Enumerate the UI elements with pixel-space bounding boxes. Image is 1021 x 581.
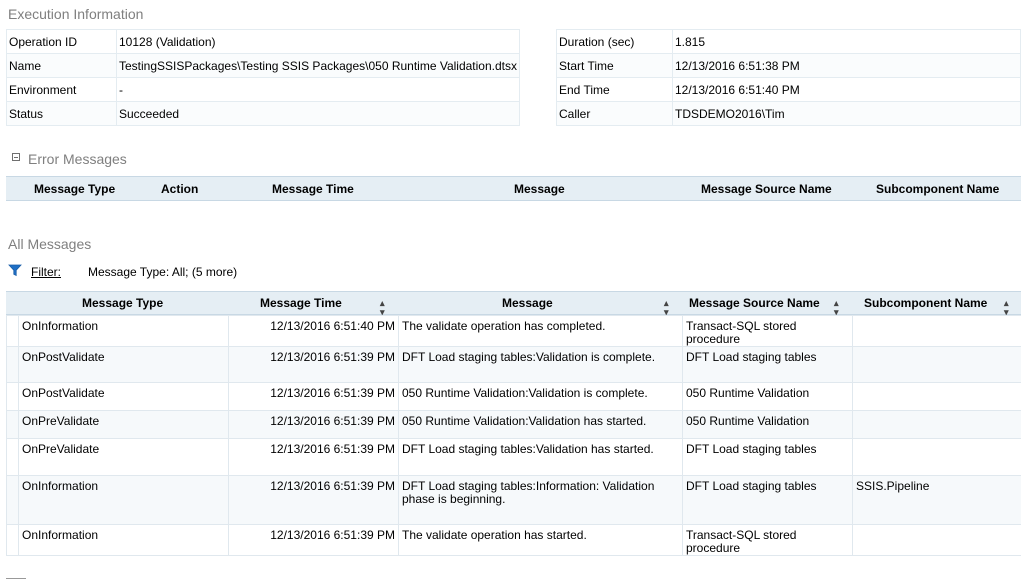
cell-message-time: 12/13/2016 6:51:39 PM bbox=[228, 382, 399, 411]
cell-subcomponent bbox=[852, 438, 1021, 476]
info-label: Operation ID bbox=[6, 29, 117, 54]
column-header-subcomponent-name[interactable]: Subcomponent Name bbox=[864, 292, 987, 314]
info-label: Caller bbox=[556, 101, 673, 126]
info-row: Caller TDSDEMO2016\Tim bbox=[556, 101, 1021, 126]
info-row: Name TestingSSISPackages\Testing SSIS Pac… bbox=[6, 53, 520, 78]
info-label: Environment bbox=[6, 77, 117, 102]
cell-message: 050 Runtime Validation:Validation is com… bbox=[398, 382, 683, 411]
info-value: 10128 (Validation) bbox=[116, 29, 520, 54]
cell-message: The validate operation has completed. bbox=[398, 315, 683, 347]
column-header-message-source-name[interactable]: Message Source Name bbox=[701, 177, 832, 200]
cell-message: The validate operation has started. bbox=[398, 524, 683, 556]
row-header bbox=[6, 346, 19, 383]
info-value: 1.815 bbox=[672, 29, 1021, 54]
info-row: Status Succeeded bbox=[6, 101, 520, 126]
row-header bbox=[6, 315, 19, 347]
cell-message-source: DFT Load staging tables bbox=[682, 438, 853, 476]
info-row: Operation ID 10128 (Validation) bbox=[6, 29, 520, 54]
cell-message-source: Transact-SQL stored procedure bbox=[682, 315, 853, 347]
cell-message-time: 12/13/2016 6:51:39 PM bbox=[228, 438, 399, 476]
cell-message-type: OnPreValidate bbox=[18, 410, 229, 439]
info-label: Duration (sec) bbox=[556, 29, 673, 54]
filter-link[interactable]: Filter: bbox=[31, 265, 61, 279]
cell-message-type: OnPostValidate bbox=[18, 382, 229, 411]
column-header-message-time[interactable]: Message Time bbox=[272, 177, 354, 200]
cell-message-source: Transact-SQL stored procedure bbox=[682, 524, 853, 556]
cell-message-type: OnInformation bbox=[18, 315, 229, 347]
cell-subcomponent bbox=[852, 315, 1021, 347]
table-row[interactable]: OnPreValidate 12/13/2016 6:51:39 PM 050 … bbox=[6, 410, 1021, 439]
row-header bbox=[6, 410, 19, 439]
cell-message-source: DFT Load staging tables bbox=[682, 346, 853, 383]
cell-message-type: OnInformation bbox=[18, 524, 229, 556]
cell-message: DFT Load staging tables:Validation has s… bbox=[398, 438, 683, 476]
table-row[interactable]: OnInformation 12/13/2016 6:51:39 PM DFT … bbox=[6, 475, 1021, 525]
all-messages-title: All Messages bbox=[8, 236, 92, 252]
collapse-icon[interactable] bbox=[12, 153, 20, 161]
column-header-message-type[interactable]: Message Type bbox=[34, 177, 115, 200]
cell-subcomponent bbox=[852, 524, 1021, 556]
info-label: Name bbox=[6, 53, 117, 78]
table-row[interactable]: OnInformation 12/13/2016 6:51:40 PM The … bbox=[6, 315, 1021, 347]
column-header-message[interactable]: Message bbox=[502, 292, 553, 314]
all-messages-table: OnInformation 12/13/2016 6:51:40 PM The … bbox=[6, 315, 1021, 556]
info-row: End Time 12/13/2016 6:51:40 PM bbox=[556, 77, 1021, 102]
filter-summary: Message Type: All; (5 more) bbox=[88, 265, 238, 279]
row-header bbox=[6, 524, 19, 556]
info-value: 12/13/2016 6:51:38 PM bbox=[672, 53, 1021, 78]
info-row: Start Time 12/13/2016 6:51:38 PM bbox=[556, 53, 1021, 78]
info-row: Environment - bbox=[6, 77, 520, 102]
column-header-action[interactable]: Action bbox=[161, 177, 198, 200]
cell-message: DFT Load staging tables:Information: Val… bbox=[398, 475, 683, 525]
row-header bbox=[6, 475, 19, 525]
row-header bbox=[6, 382, 19, 411]
info-label: Status bbox=[6, 101, 117, 126]
cell-message-time: 12/13/2016 6:51:39 PM bbox=[228, 346, 399, 383]
column-header-message-time[interactable]: Message Time bbox=[260, 292, 342, 314]
error-messages-title: Error Messages bbox=[28, 151, 127, 167]
all-messages-header: Message Type Message Time ▴ ▾ Message ▴ ▾ … bbox=[6, 291, 1021, 317]
column-header-message[interactable]: Message bbox=[514, 177, 565, 200]
cell-message-time: 12/13/2016 6:51:39 PM bbox=[228, 410, 399, 439]
cell-message-time: 12/13/2016 6:51:40 PM bbox=[228, 315, 399, 347]
table-row[interactable]: OnPostValidate 12/13/2016 6:51:39 PM 050… bbox=[6, 382, 1021, 411]
info-value: TDSDEMO2016\Tim bbox=[672, 101, 1021, 126]
filter-icon[interactable] bbox=[8, 264, 22, 277]
column-header-message-type[interactable]: Message Type bbox=[82, 292, 163, 314]
info-label: Start Time bbox=[556, 53, 673, 78]
cell-message-source: 050 Runtime Validation bbox=[682, 382, 853, 411]
cell-subcomponent bbox=[852, 346, 1021, 383]
cell-message-type: OnInformation bbox=[18, 475, 229, 525]
info-value: 12/13/2016 6:51:40 PM bbox=[672, 77, 1021, 102]
execution-info-title: Execution Information bbox=[8, 6, 144, 22]
info-value: TestingSSISPackages\Testing SSIS Package… bbox=[116, 53, 520, 78]
cell-message: 050 Runtime Validation:Validation has st… bbox=[398, 410, 683, 439]
cell-subcomponent: SSIS.Pipeline bbox=[852, 475, 1021, 525]
cell-message-time: 12/13/2016 6:51:39 PM bbox=[228, 524, 399, 556]
cell-subcomponent bbox=[852, 382, 1021, 411]
cell-message: DFT Load staging tables:Validation is co… bbox=[398, 346, 683, 383]
table-row[interactable]: OnPostValidate 12/13/2016 6:51:39 PM DFT… bbox=[6, 346, 1021, 383]
execution-info-left-table: Operation ID 10128 (Validation) Name Testi… bbox=[6, 29, 520, 126]
execution-info-right-table: Duration (sec) 1.815 Start Time 12/13/2016… bbox=[556, 29, 1021, 126]
info-row: Duration (sec) 1.815 bbox=[556, 29, 1021, 54]
cell-message-type: OnPostValidate bbox=[18, 346, 229, 383]
error-messages-header: Message Type Action Message Time Message… bbox=[6, 176, 1021, 201]
info-value: - bbox=[116, 77, 520, 102]
table-row[interactable]: OnPreValidate 12/13/2016 6:51:39 PM DFT … bbox=[6, 438, 1021, 476]
cell-message-type: OnPreValidate bbox=[18, 438, 229, 476]
column-header-message-source-name[interactable]: Message Source Name bbox=[689, 292, 820, 314]
info-value: Succeeded bbox=[116, 101, 520, 126]
column-header-subcomponent-name[interactable]: Subcomponent Name bbox=[876, 177, 999, 200]
table-row[interactable]: OnInformation 12/13/2016 6:51:39 PM The … bbox=[6, 524, 1021, 556]
cell-message-source: 050 Runtime Validation bbox=[682, 410, 853, 439]
cell-subcomponent bbox=[852, 410, 1021, 439]
row-header bbox=[6, 438, 19, 476]
cell-message-time: 12/13/2016 6:51:39 PM bbox=[228, 475, 399, 525]
cell-message-source: DFT Load staging tables bbox=[682, 475, 853, 525]
info-label: End Time bbox=[556, 77, 673, 102]
